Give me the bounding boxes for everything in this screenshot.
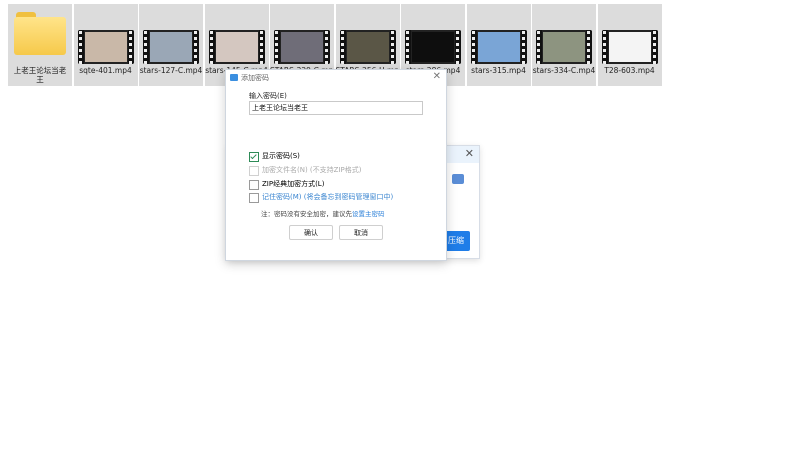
video-thumbnail-icon: [208, 30, 265, 64]
security-note: 注：密码没有安全加密，建议先设置主密码: [261, 208, 385, 218]
file-name: stars-127-C.mp4: [139, 66, 203, 75]
file-name: 上老王论坛当老王: [13, 66, 67, 84]
dialog-title: 添加密码: [241, 74, 269, 82]
video-thumbnail-icon: [274, 30, 330, 64]
app-icon: [230, 74, 238, 81]
remember-password-checkbox[interactable]: [249, 193, 259, 203]
zip-legacy-label: ZIP经典加密方式(L): [262, 180, 325, 188]
folder-icon[interactable]: [452, 174, 464, 184]
video-thumbnail-icon: [339, 30, 396, 64]
folder-icon: [14, 12, 66, 56]
password-input[interactable]: 上老王论坛当老王: [249, 101, 423, 115]
file-name: stars-315.mp4: [471, 66, 526, 75]
show-password-checkbox[interactable]: [249, 152, 259, 162]
video-thumbnail-icon: [77, 30, 134, 64]
file-item[interactable]: stars-127-C.mp4: [139, 4, 203, 86]
security-note-text: 注：密码没有安全加密，建议先: [261, 210, 352, 218]
file-item[interactable]: sqte-401.mp4: [73, 4, 138, 86]
video-thumbnail-icon: [405, 30, 461, 64]
file-item[interactable]: stars-315.mp4: [466, 4, 531, 86]
close-icon[interactable]: ✕: [433, 71, 441, 82]
ok-button[interactable]: 确认: [289, 225, 333, 240]
close-icon[interactable]: ✕: [465, 147, 474, 160]
folder-item[interactable]: 上老王论坛当老王: [8, 4, 72, 86]
encrypt-filenames-label: 加密文件名(N) (不支持ZIP格式): [262, 166, 362, 174]
file-name: sqte-401.mp4: [79, 66, 132, 75]
add-password-dialog: 添加密码 ✕ 输入密码(E) 上老王论坛当老王 显示密码(S) 加密文件名(N)…: [225, 69, 447, 261]
file-name: T28-603.mp4: [604, 66, 655, 75]
cancel-button[interactable]: 取消: [339, 225, 383, 240]
password-label: 输入密码(E): [249, 92, 287, 100]
zip-legacy-checkbox[interactable]: [249, 180, 259, 190]
dialog-titlebar: 添加密码 ✕: [226, 70, 446, 85]
file-name: stars-334-C.mp4: [532, 66, 596, 75]
show-password-label: 显示密码(S): [262, 152, 300, 160]
remember-password-label: 记住密码(M) (将会备忘到密码管理窗口中): [262, 193, 394, 201]
video-thumbnail-icon: [470, 30, 527, 64]
set-master-password-link[interactable]: 设置主密码: [352, 210, 385, 218]
file-item[interactable]: T28-603.mp4: [597, 4, 662, 86]
video-thumbnail-icon: [143, 30, 199, 64]
file-item[interactable]: stars-334-C.mp4: [532, 4, 596, 86]
encrypt-filenames-checkbox: [249, 166, 259, 176]
video-thumbnail-icon: [601, 30, 658, 64]
video-thumbnail-icon: [536, 30, 592, 64]
